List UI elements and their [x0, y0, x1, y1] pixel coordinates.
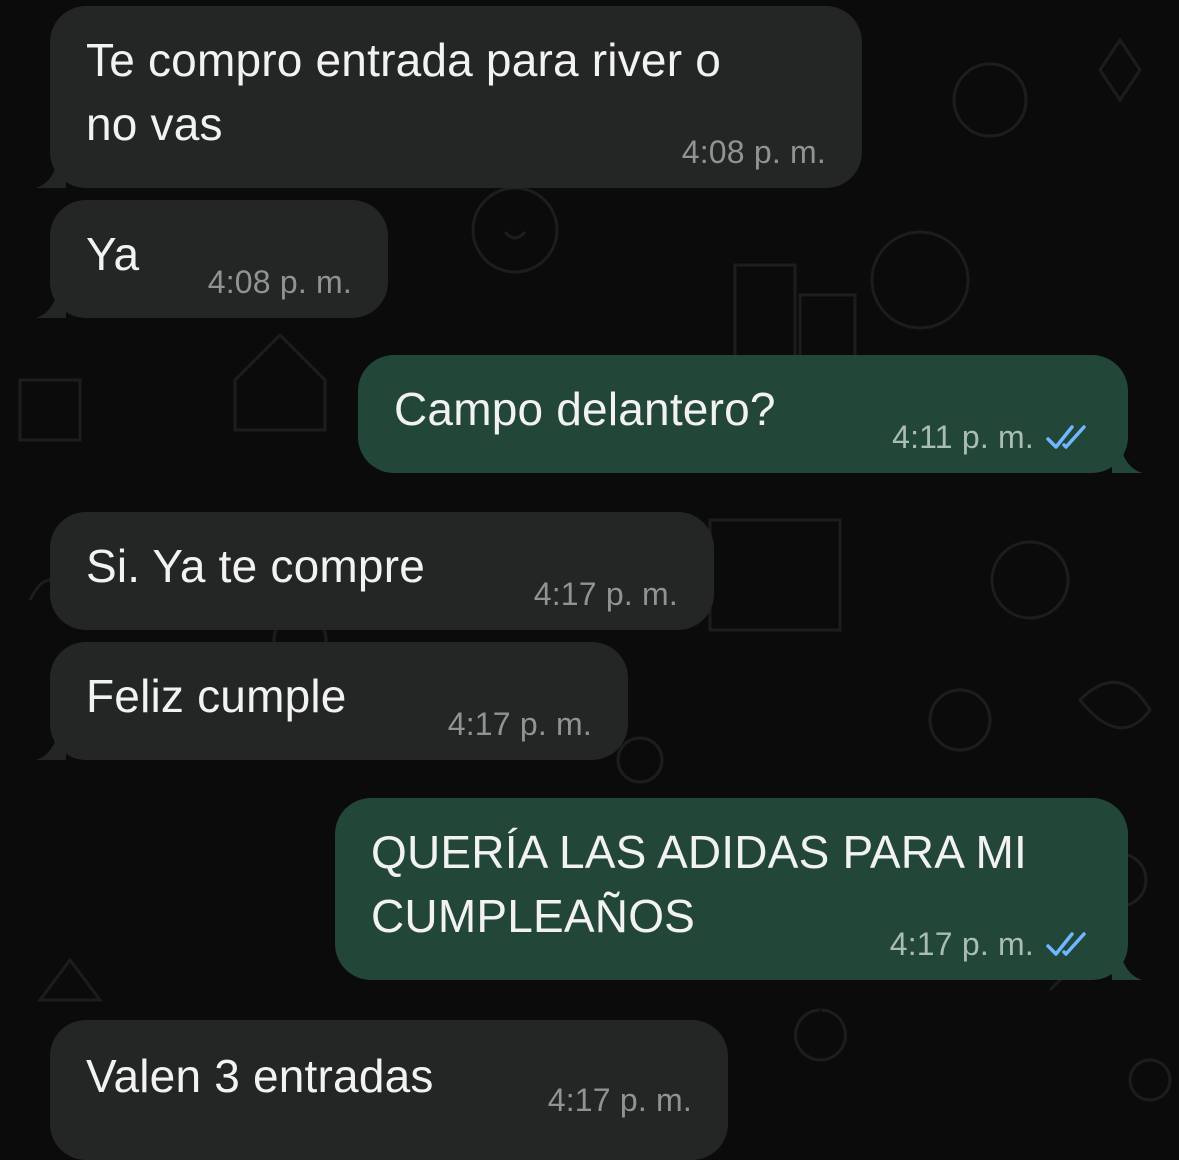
chat-thread: Te compro entrada para river o no vas 4:… — [0, 0, 1179, 1160]
read-receipt-double-check-icon — [1046, 425, 1086, 449]
message-bubble-incoming[interactable]: Te compro entrada para river o no vas 4:… — [36, 6, 862, 188]
message-timestamp: 4:17 p. m. — [889, 926, 1034, 962]
message-text: Feliz cumple — [86, 670, 347, 722]
message-text: Te compro entrada para river o no vas — [86, 34, 721, 150]
message-text: Si. Ya te compre — [86, 540, 425, 592]
message-bubble-outgoing[interactable]: QUERÍA LAS ADIDAS PARA MI CUMPLEAÑOS 4:1… — [335, 798, 1142, 980]
message-timestamp: 4:17 p. m. — [533, 576, 678, 612]
bubble-tail-icon — [36, 288, 66, 318]
read-receipt-double-check-icon — [1046, 932, 1086, 956]
message-timestamp: 4:17 p. m. — [447, 706, 592, 742]
message-timestamp: 4:17 p. m. — [547, 1082, 692, 1118]
message-text: Valen 3 entradas — [86, 1050, 434, 1102]
bubble-tail-icon — [36, 158, 66, 188]
bubble-tail-icon — [1112, 950, 1142, 980]
message-timestamp: 4:08 p. m. — [681, 134, 826, 170]
message-bubble-outgoing[interactable]: Campo delantero? 4:11 p. m. — [358, 355, 1142, 473]
message-text: Ya — [86, 228, 140, 280]
message-timestamp: 4:11 p. m. — [892, 419, 1034, 455]
message-timestamp: 4:08 p. m. — [207, 264, 352, 300]
message-bubble-incoming[interactable]: Feliz cumple 4:17 p. m. — [36, 642, 628, 760]
bubble-tail-icon — [1112, 443, 1142, 473]
message-bubble-incoming[interactable]: Ya 4:08 p. m. — [36, 200, 388, 318]
bubble-tail-icon — [36, 730, 66, 760]
message-text: Campo delantero? — [394, 383, 776, 435]
message-bubble-incoming[interactable]: Valen 3 entradas 4:17 p. m. — [50, 1020, 728, 1160]
message-bubble-incoming[interactable]: Si. Ya te compre 4:17 p. m. — [50, 512, 714, 630]
